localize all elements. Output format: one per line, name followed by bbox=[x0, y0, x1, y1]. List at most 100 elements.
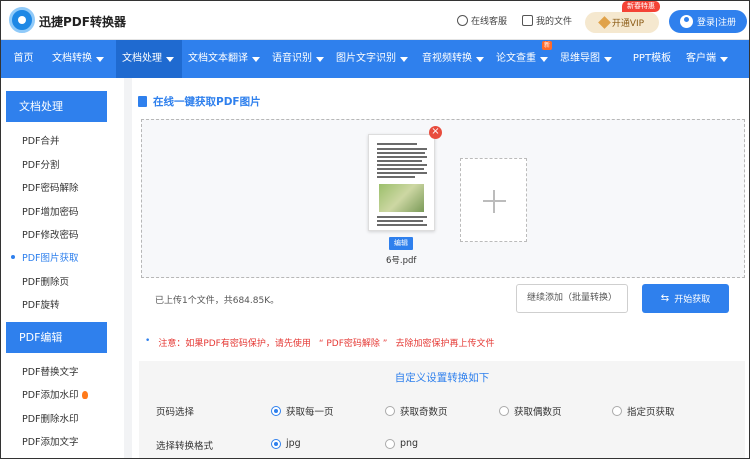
nav-item-speech[interactable]: 语音识别 bbox=[266, 40, 330, 78]
my-files-link[interactable]: 我的文件 bbox=[522, 14, 572, 27]
text-line bbox=[377, 156, 427, 158]
text-line bbox=[377, 220, 423, 222]
page-title: 在线一键获取PDF图片 bbox=[138, 94, 261, 109]
settings-title: 自定义设置转换如下 bbox=[394, 372, 490, 384]
nav-label: 文档处理 bbox=[122, 53, 162, 64]
radio-icon bbox=[499, 406, 509, 416]
sidebar-item-pdf-replace-text[interactable]: PDF替换文字 bbox=[22, 364, 79, 378]
nav-label: 文档转换 bbox=[52, 53, 92, 64]
nav-item-ppt[interactable]: PPT模板 bbox=[624, 40, 680, 78]
customer-service-link[interactable]: 在线客服 bbox=[457, 14, 507, 27]
password-notice: • 注意：如果PDF有密码保护，请先使用 “ PDF密码解除 ” 去除加密保护再… bbox=[145, 336, 494, 349]
sidebar-item-pdf-image-extract[interactable]: PDF图片获取 bbox=[11, 250, 79, 264]
nav-label: 客户端 bbox=[686, 53, 716, 64]
sidebar-item-pdf-add-watermark[interactable]: PDF添加水印 bbox=[22, 387, 88, 401]
radio-png[interactable]: png bbox=[385, 438, 418, 449]
login-register-button[interactable]: 登录|注册 bbox=[669, 10, 747, 33]
sidebar-item-pdf-change-password[interactable]: PDF修改密码 bbox=[22, 227, 79, 241]
nav-label: PPT模板 bbox=[632, 53, 672, 64]
brand-logo-icon[interactable] bbox=[9, 7, 35, 33]
promo-badge: 新春特惠 bbox=[622, 1, 660, 12]
nav-label: 图片文字识别 bbox=[336, 53, 396, 64]
text-line bbox=[377, 176, 415, 178]
option-label: 指定页获取 bbox=[627, 407, 675, 418]
user-icon bbox=[679, 15, 693, 28]
option-label: png bbox=[400, 438, 419, 449]
sidebar-section-pdf-edit[interactable]: PDF编辑 bbox=[6, 322, 107, 353]
open-vip-button[interactable]: 开通VIP bbox=[585, 12, 659, 33]
radio-even-pages[interactable]: 获取偶数页 bbox=[499, 404, 562, 418]
unlock-link[interactable]: “ PDF密码解除 ” bbox=[319, 336, 388, 349]
start-label: 开始获取 bbox=[674, 295, 711, 305]
radio-specific-pages[interactable]: 指定页获取 bbox=[612, 404, 675, 418]
nav-label: 音视频转换 bbox=[422, 53, 472, 64]
sidebar-item-pdf-remove-watermark[interactable]: PDF删除水印 bbox=[22, 411, 79, 425]
radio-icon bbox=[612, 406, 622, 416]
document-icon bbox=[138, 96, 147, 107]
upload-dropzone[interactable]: × 编辑 6号.pdf bbox=[141, 119, 745, 278]
file-name: 6号.pdf bbox=[386, 256, 417, 266]
nav-item-client[interactable]: 客户端 bbox=[680, 40, 742, 78]
nav-item-plagiarism[interactable]: 论文查重新 bbox=[490, 40, 554, 78]
sidebar-item-pdf-delete-page[interactable]: PDF删除页 bbox=[22, 274, 69, 288]
option-label: 获取奇数页 bbox=[400, 407, 448, 418]
text-line bbox=[377, 216, 427, 218]
my-files-label: 我的文件 bbox=[536, 17, 573, 27]
radio-odd-pages[interactable]: 获取奇数页 bbox=[385, 404, 448, 418]
option-label: jpg bbox=[286, 438, 301, 449]
nav-item-doc-convert[interactable]: 文档转换 bbox=[46, 40, 116, 78]
format-selection-label: 选择转换格式 bbox=[156, 441, 214, 452]
start-extract-button[interactable]: ⇆ 开始获取 bbox=[642, 284, 729, 313]
text-line bbox=[377, 168, 424, 170]
notice-prefix: 注意：如果PDF有密码保护，请先使用 bbox=[158, 339, 311, 349]
new-badge: 新 bbox=[541, 41, 552, 50]
nav-item-ocr[interactable]: 图片文字识别 bbox=[330, 40, 416, 78]
text-line bbox=[377, 152, 425, 154]
sidebar-item-pdf-split[interactable]: PDF分割 bbox=[22, 157, 60, 171]
sidebar-item-pdf-rotate[interactable]: PDF旋转 bbox=[22, 297, 60, 311]
continue-add-button[interactable]: 继续添加（批量转换） bbox=[516, 284, 628, 313]
nav-item-av-convert[interactable]: 音视频转换 bbox=[416, 40, 490, 78]
nav-item-home[interactable]: 首页 bbox=[1, 40, 46, 78]
page-frame: 迅捷PDF转换器 在线客服 我的文件 开通VIP 新春特惠 登录|注册 首页 文… bbox=[0, 0, 750, 459]
top-header: 迅捷PDF转换器 在线客服 我的文件 开通VIP 新春特惠 登录|注册 bbox=[1, 1, 749, 40]
edit-file-button[interactable]: 编辑 bbox=[389, 237, 413, 250]
caret-down-icon bbox=[166, 56, 174, 62]
remove-file-icon[interactable]: × bbox=[429, 126, 442, 139]
nav-item-translate[interactable]: 文档文本翻译 bbox=[182, 40, 266, 78]
nav-item-doc-process[interactable]: 文档处理 bbox=[116, 40, 182, 78]
radio-jpg[interactable]: jpg bbox=[271, 438, 301, 449]
thumbnail-image bbox=[379, 184, 424, 212]
text-line bbox=[377, 224, 427, 226]
sidebar-item-pdf-add-password[interactable]: PDF增加密码 bbox=[22, 204, 79, 218]
radio-icon bbox=[385, 438, 395, 449]
file-icon bbox=[522, 15, 533, 26]
page-title-text: 在线一键获取PDF图片 bbox=[153, 96, 261, 108]
caret-down-icon bbox=[400, 56, 408, 62]
customer-service-label: 在线客服 bbox=[471, 17, 508, 27]
sidebar: 文档处理 PDF合并 PDF分割 PDF密码解除 PDF增加密码 PDF修改密码… bbox=[1, 78, 124, 458]
add-file-button[interactable] bbox=[460, 158, 527, 242]
radio-icon bbox=[385, 406, 395, 416]
vip-label: 开通VIP bbox=[611, 19, 645, 29]
nav-label: 文档文本翻译 bbox=[188, 53, 248, 64]
caret-down-icon bbox=[316, 56, 324, 62]
file-thumbnail[interactable] bbox=[368, 134, 435, 231]
sidebar-section-doc-process[interactable]: 文档处理 bbox=[6, 91, 107, 122]
sidebar-item-pdf-unlock[interactable]: PDF密码解除 bbox=[22, 180, 79, 194]
text-line bbox=[377, 172, 427, 174]
nav-label: 语音识别 bbox=[272, 53, 312, 64]
main-content: 在线一键获取PDF图片 × 编辑 6号.pdf 已上传1个文件，共684.85K… bbox=[132, 78, 749, 458]
sidebar-item-pdf-add-text[interactable]: PDF添加文字 bbox=[22, 434, 79, 448]
hot-flame-icon bbox=[81, 391, 88, 399]
radio-every-page[interactable]: 获取每一页 bbox=[271, 404, 334, 418]
text-line bbox=[377, 164, 427, 166]
brand-name[interactable]: 迅捷PDF转换器 bbox=[39, 13, 126, 30]
caret-down-icon bbox=[476, 56, 484, 62]
nav-item-mindmap[interactable]: 思维导图 bbox=[554, 40, 624, 78]
radio-checked-icon bbox=[271, 406, 281, 416]
sidebar-item-label: PDF添加水印 bbox=[22, 390, 79, 401]
sidebar-item-pdf-merge[interactable]: PDF合并 bbox=[22, 133, 60, 147]
login-label: 登录|注册 bbox=[696, 18, 737, 28]
page-selection-label: 页码选择 bbox=[156, 407, 195, 418]
